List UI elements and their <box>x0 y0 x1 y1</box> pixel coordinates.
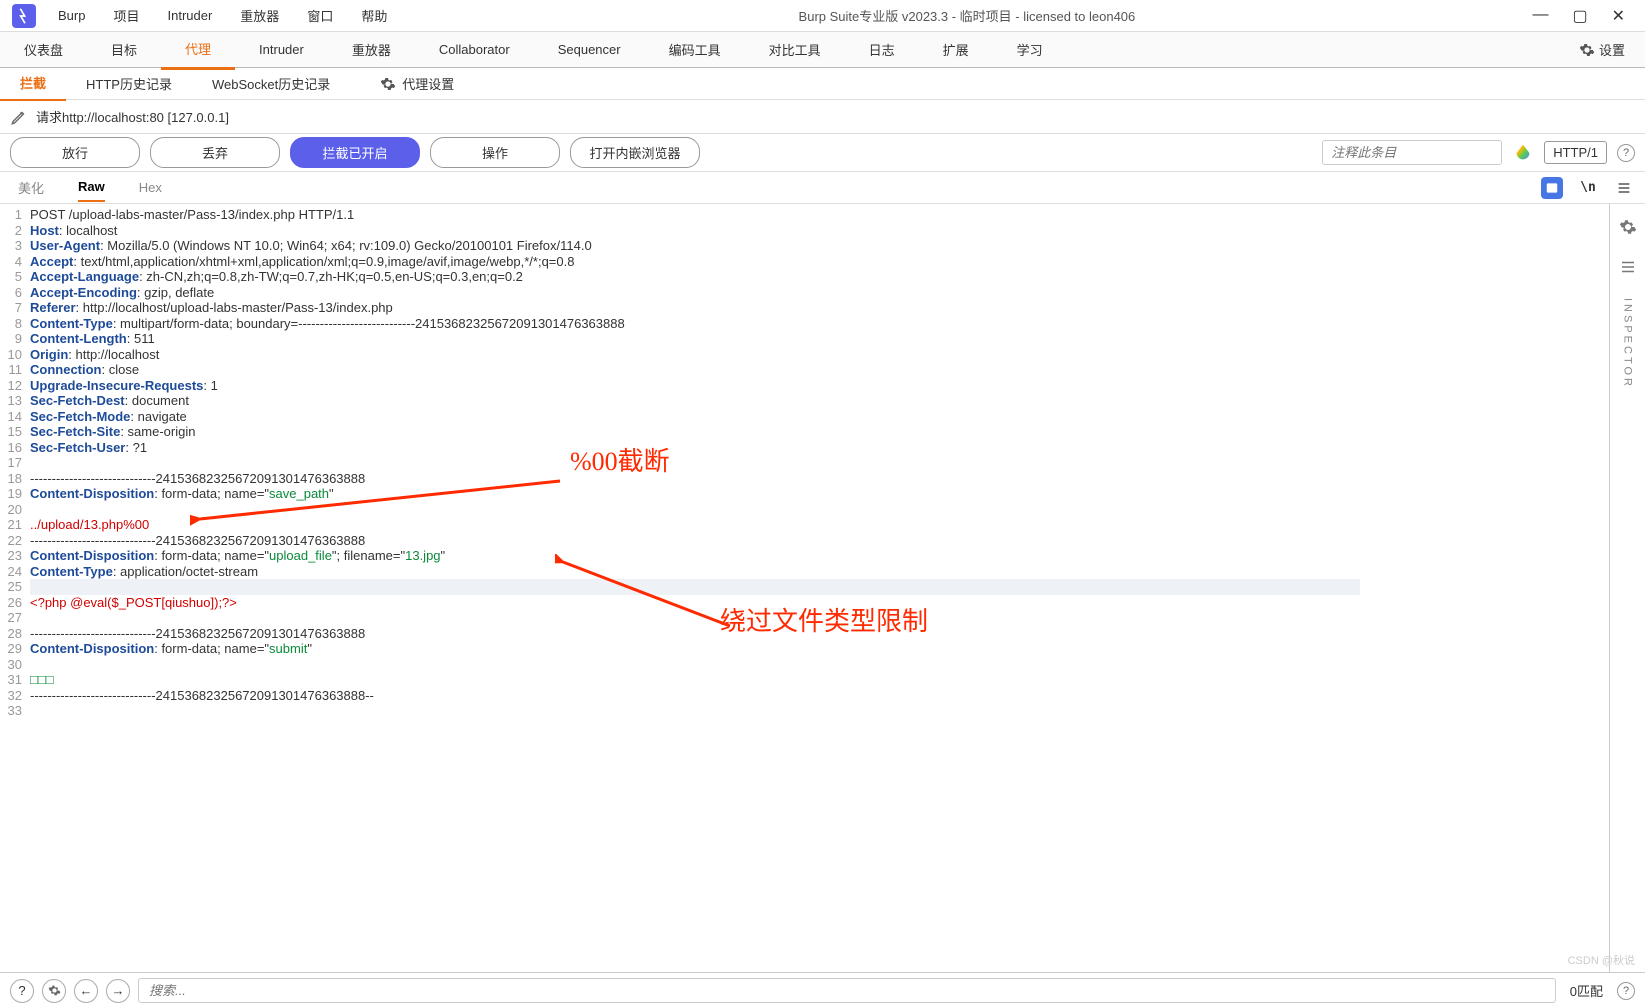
menu-project[interactable]: 项目 <box>99 0 153 31</box>
tab-logger[interactable]: 日志 <box>845 31 919 68</box>
menu-window[interactable]: 窗口 <box>293 0 347 31</box>
close-icon[interactable]: ✕ <box>1612 6 1625 26</box>
window-controls: — ▢ ✕ <box>1532 6 1641 26</box>
action-bar: 放行 丢弃 拦截已开启 操作 打开内嵌浏览器 HTTP/1 ? <box>0 134 1645 172</box>
help-icon[interactable]: ? <box>1617 982 1635 1000</box>
vtab-raw[interactable]: Raw <box>78 173 105 202</box>
message-actions-icon[interactable] <box>1541 177 1563 199</box>
proxy-subtabs: 拦截 HTTP历史记录 WebSocket历史记录 代理设置 <box>0 68 1645 100</box>
tab-target[interactable]: 目标 <box>87 31 161 68</box>
window-title: Burp Suite专业版 v2023.3 - 临时项目 - licensed … <box>401 6 1532 25</box>
menu-intruder[interactable]: Intruder <box>153 2 226 29</box>
intercept-toggle-button[interactable]: 拦截已开启 <box>290 137 420 168</box>
pencil-icon[interactable] <box>10 108 28 126</box>
request-url-label: 请求http://localhost:80 [127.0.0.1] <box>36 107 229 126</box>
request-editor[interactable]: 1234567891011121314151617181920212223242… <box>0 204 1609 972</box>
collapse-icon[interactable] <box>1619 258 1637 276</box>
settings-label: 设置 <box>1599 40 1625 59</box>
line-gutter: 1234567891011121314151617181920212223242… <box>0 204 26 972</box>
tab-learn[interactable]: 学习 <box>993 31 1067 68</box>
action-button[interactable]: 操作 <box>430 137 560 168</box>
inspector-rail[interactable]: INSPECTOR <box>1609 204 1645 972</box>
help-icon[interactable]: ? <box>10 979 34 1003</box>
proxy-settings-button[interactable]: 代理设置 <box>380 74 454 93</box>
newline-icon[interactable]: \n <box>1577 177 1599 199</box>
menu-burp[interactable]: Burp <box>44 2 99 29</box>
bottom-bar: ? ← → 0匹配 ? <box>0 972 1645 1008</box>
gear-icon <box>380 76 396 92</box>
main-tabs: 仪表盘 目标 代理 Intruder 重放器 Collaborator Sequ… <box>0 32 1645 68</box>
search-input[interactable] <box>138 978 1556 1003</box>
search-prev-button[interactable]: ← <box>74 979 98 1003</box>
tab-sequencer[interactable]: Sequencer <box>534 33 645 66</box>
request-info-bar: 请求http://localhost:80 [127.0.0.1] <box>0 100 1645 134</box>
tab-proxy[interactable]: 代理 <box>161 30 235 70</box>
match-count: 0匹配 <box>1564 981 1609 1000</box>
tab-collaborator[interactable]: Collaborator <box>415 33 534 66</box>
tab-comparer[interactable]: 对比工具 <box>745 31 845 68</box>
inspector-label: INSPECTOR <box>1622 298 1634 389</box>
vtab-hex[interactable]: Hex <box>139 174 162 201</box>
comment-input[interactable] <box>1322 140 1502 165</box>
http-version-selector[interactable]: HTTP/1 <box>1544 141 1607 164</box>
gear-icon[interactable] <box>42 979 66 1003</box>
tab-extensions[interactable]: 扩展 <box>919 31 993 68</box>
gear-icon[interactable] <box>1619 218 1637 236</box>
drop-button[interactable]: 丢弃 <box>150 137 280 168</box>
proxy-settings-label: 代理设置 <box>402 74 454 93</box>
settings-button[interactable]: 设置 <box>1579 40 1625 59</box>
menu-help[interactable]: 帮助 <box>347 0 401 31</box>
open-browser-button[interactable]: 打开内嵌浏览器 <box>570 137 700 168</box>
menu-repeater[interactable]: 重放器 <box>226 0 293 31</box>
search-next-button[interactable]: → <box>106 979 130 1003</box>
forward-button[interactable]: 放行 <box>10 137 140 168</box>
subtab-ws-history[interactable]: WebSocket历史记录 <box>192 67 350 100</box>
burp-logo-icon <box>12 4 36 28</box>
tab-dashboard[interactable]: 仪表盘 <box>0 31 87 68</box>
help-icon[interactable]: ? <box>1617 144 1635 162</box>
hamburger-icon[interactable] <box>1613 177 1635 199</box>
gear-icon <box>1579 42 1595 58</box>
maximize-icon[interactable]: ▢ <box>1572 6 1587 26</box>
tab-decoder[interactable]: 编码工具 <box>645 31 745 68</box>
vtab-pretty[interactable]: 美化 <box>18 172 44 203</box>
tab-intruder[interactable]: Intruder <box>235 33 328 66</box>
subtab-intercept[interactable]: 拦截 <box>0 66 66 101</box>
highlight-color-icon[interactable] <box>1512 142 1534 164</box>
code-area[interactable]: POST /upload-labs-master/Pass-13/index.p… <box>26 204 1364 972</box>
tab-repeater[interactable]: 重放器 <box>328 31 415 68</box>
subtab-http-history[interactable]: HTTP历史记录 <box>66 67 192 100</box>
minimize-icon[interactable]: — <box>1532 6 1548 26</box>
menu-bar: Burp 项目 Intruder 重放器 窗口 帮助 Burp Suite专业版… <box>0 0 1645 32</box>
view-tabs: 美化 Raw Hex \n <box>0 172 1645 204</box>
watermark: CSDN @秋说 <box>1568 952 1635 968</box>
